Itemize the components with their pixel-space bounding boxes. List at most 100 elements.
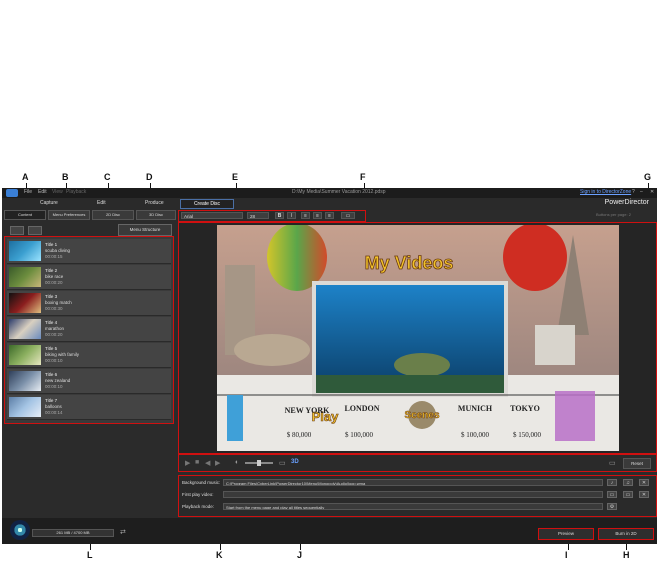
title-item[interactable]: Title 1 scuba diving 00:00:15 bbox=[7, 239, 171, 264]
align-right-icon[interactable]: ≡ bbox=[325, 212, 334, 219]
burn-button[interactable]: Burn in 2D bbox=[598, 528, 654, 540]
scenes-button-text[interactable]: Scenes bbox=[404, 410, 440, 422]
first-play-remove-icon[interactable]: ✕ bbox=[639, 491, 649, 498]
title-thumbnail bbox=[9, 345, 41, 365]
font-select[interactable]: Arial bbox=[181, 212, 243, 219]
tab-produce[interactable]: Produce bbox=[145, 200, 164, 206]
title-item[interactable]: Title 5 biking with family 00:00:10 bbox=[7, 343, 171, 368]
first-play-browse-icon[interactable]: ▭ bbox=[607, 491, 617, 498]
align-left-icon[interactable]: ≡ bbox=[301, 212, 310, 219]
callout-f: F bbox=[360, 172, 366, 182]
building-right bbox=[535, 325, 575, 365]
disc-capacity: 261 MB / 4700 MB bbox=[32, 529, 114, 537]
bottom-bar: 261 MB / 4700 MB ⇄ Preview Burn in 2D bbox=[2, 518, 657, 544]
menu-preview-frame: My Videos Play Scenes NEW YORK LONDON MU… bbox=[178, 222, 657, 454]
aspect-icon[interactable]: ▭ bbox=[609, 459, 616, 467]
subtab-3d-disc[interactable]: 3D Disc bbox=[136, 210, 176, 220]
board-price: $ 150,000 bbox=[513, 431, 542, 439]
subtab-content[interactable]: Content bbox=[4, 210, 46, 220]
display-icon[interactable]: ▭ bbox=[279, 459, 286, 467]
reset-button[interactable]: Reset bbox=[623, 458, 651, 469]
minimize-icon[interactable]: – bbox=[640, 189, 643, 195]
board-city: TOKYO bbox=[510, 404, 540, 413]
title-item[interactable]: Title 4 marathon 00:00:20 bbox=[7, 317, 171, 342]
next-icon[interactable]: ▶ bbox=[215, 459, 220, 467]
title-desc: balloons bbox=[45, 404, 62, 409]
text-effect-icon[interactable]: ▭ bbox=[341, 212, 355, 219]
menu-edit[interactable]: Edit bbox=[38, 189, 47, 195]
title-item[interactable]: Title 3 boxing match 00:00:30 bbox=[7, 291, 171, 316]
align-center-icon[interactable]: ≡ bbox=[313, 212, 322, 219]
playback-controls: ▶ ■ ◀ ▶ ◐ ▭ 3D ▭ Reset bbox=[178, 454, 657, 472]
title-item[interactable]: Title 2 bike race 00:00:20 bbox=[7, 265, 171, 290]
close-icon[interactable]: ✕ bbox=[650, 189, 654, 195]
callout-i: I bbox=[565, 550, 568, 560]
preview-scene: My Videos Play Scenes NEW YORK LONDON MU… bbox=[217, 225, 619, 451]
title-name: Title 5 bbox=[45, 346, 58, 351]
board-city: MUNICH bbox=[458, 404, 493, 413]
callout-h: H bbox=[623, 550, 630, 560]
title-duration: 00:00:20 bbox=[45, 332, 63, 337]
playback-mode-settings-icon[interactable]: ⚙ bbox=[607, 503, 617, 510]
music-settings-icon[interactable]: ♫ bbox=[623, 479, 633, 486]
stop-icon[interactable]: ■ bbox=[195, 459, 199, 466]
font-size-select[interactable]: 28 bbox=[247, 212, 269, 219]
menu-file[interactable]: File bbox=[24, 189, 32, 195]
callout-l: L bbox=[87, 550, 93, 560]
previous-icon[interactable]: ◀ bbox=[205, 459, 210, 467]
title-name: Title 1 bbox=[45, 242, 58, 247]
add-title-icon[interactable] bbox=[10, 226, 24, 235]
callout-b: B bbox=[62, 172, 69, 182]
3d-toggle-icon[interactable]: 3D bbox=[291, 459, 299, 465]
disc-icon[interactable] bbox=[10, 520, 30, 540]
subtab-menu-preferences[interactable]: Menu Preferences bbox=[48, 210, 90, 220]
playback-mode-field[interactable]: Start from the menu page and play all ti… bbox=[223, 503, 603, 510]
title-list-panel: Title 1 scuba diving 00:00:15 Title 2 bi… bbox=[4, 236, 174, 424]
window-title: D:\My Media\Summer Vacation 2012.pdsp bbox=[292, 189, 386, 195]
tab-edit[interactable]: Edit bbox=[97, 200, 106, 206]
bg-music-label: Background music: bbox=[182, 480, 221, 485]
board-question-mark bbox=[555, 391, 595, 441]
title-name: Title 7 bbox=[45, 398, 58, 403]
app-logo-icon bbox=[6, 189, 18, 197]
disc-settings-icon[interactable]: ⇄ bbox=[120, 528, 126, 536]
title-desc: biking with family bbox=[45, 352, 80, 357]
buttons-per-page[interactable]: Buttons per page: 2 bbox=[596, 212, 631, 217]
title-duration: 00:00:15 bbox=[45, 254, 63, 259]
preview-button[interactable]: Preview bbox=[538, 528, 594, 540]
bold-button[interactable]: B bbox=[275, 212, 284, 219]
menu-playback[interactable]: Playback bbox=[66, 189, 86, 195]
tab-create-disc[interactable]: Create Disc bbox=[180, 199, 234, 209]
add-chapter-icon[interactable] bbox=[28, 226, 42, 235]
title-item[interactable]: Title 7 balloons 00:00:14 bbox=[7, 395, 171, 420]
add-music-icon[interactable]: ♪ bbox=[607, 479, 617, 486]
title-duration: 00:00:20 bbox=[45, 280, 63, 285]
subtab-2d-disc[interactable]: 2D Disc bbox=[92, 210, 134, 220]
volume-icon[interactable]: ◐ bbox=[235, 459, 239, 466]
callout-d: D bbox=[146, 172, 153, 182]
brand-name: PowerDirector bbox=[604, 199, 649, 206]
first-play-settings-icon[interactable]: ▭ bbox=[623, 491, 633, 498]
remove-music-icon[interactable]: ✕ bbox=[639, 479, 649, 486]
board-city: LONDON bbox=[344, 404, 379, 413]
menu-structure-button[interactable]: Menu Structure bbox=[118, 224, 172, 236]
menu-view[interactable]: View bbox=[52, 189, 63, 195]
menu-title-text[interactable]: My Videos bbox=[364, 253, 454, 274]
sign-in-link[interactable]: Sign in to DirectorZone bbox=[580, 189, 631, 195]
tab-capture[interactable]: Capture bbox=[40, 200, 58, 206]
top-nav: Capture Edit Produce bbox=[2, 198, 657, 210]
title-desc: boxing match bbox=[45, 300, 72, 305]
app-window: File Edit View Playback D:\My Media\Summ… bbox=[2, 188, 657, 544]
italic-button[interactable]: I bbox=[287, 212, 296, 219]
play-icon[interactable]: ▶ bbox=[185, 459, 190, 467]
menu-preview[interactable]: My Videos Play Scenes NEW YORK LONDON MU… bbox=[217, 225, 619, 451]
volume-slider-handle[interactable] bbox=[257, 460, 261, 466]
callout-c: C bbox=[104, 172, 111, 182]
bg-music-field[interactable]: C:\Program Files\CyberLink\PowerDirector… bbox=[223, 479, 603, 486]
help-icon[interactable]: ? bbox=[632, 189, 635, 195]
board-price: $ 100,000 bbox=[461, 431, 490, 439]
callout-j: J bbox=[297, 550, 303, 560]
first-play-field[interactable] bbox=[223, 491, 603, 498]
board-price: $ 80,000 bbox=[287, 431, 312, 439]
title-item[interactable]: Title 6 new zealand 00:00:10 bbox=[7, 369, 171, 394]
